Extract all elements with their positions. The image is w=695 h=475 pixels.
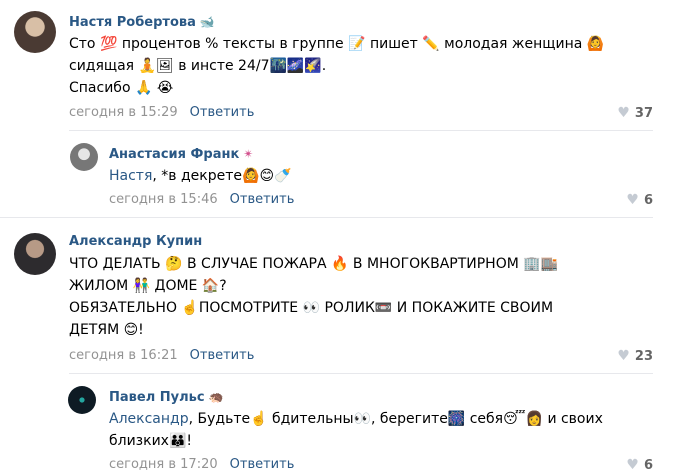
- comment-text: Александр, Будьте☝️ бдительны👀, берегите…: [109, 408, 603, 452]
- comment-time[interactable]: сегодня в 15:29: [69, 105, 178, 120]
- divider: [0, 217, 653, 218]
- comment-meta: сегодня в 17:20 Ответить: [109, 457, 294, 472]
- heart-icon: ♥: [626, 457, 639, 473]
- author-name[interactable]: Александр Купин: [69, 234, 202, 249]
- comment-text-line: , Будьте☝️ бдительны👀, берегите🎆 себя😴👩 …: [188, 411, 603, 427]
- mention-link[interactable]: Настя: [109, 168, 152, 184]
- comment-text-line: Сто 💯 процентов % тексты в группе 📝 пише…: [69, 36, 605, 52]
- comment-text-line: близких👪!: [109, 433, 193, 449]
- comment-text-line: ОБЯЗАТЕЛЬНО ☝️ПОСМОТРИТЕ 👀 РОЛИК📼 И ПОКА…: [69, 300, 554, 316]
- comment-text-line: ЧТО ДЕЛАТЬ 🤔 В СЛУЧАЕ ПОЖАРА 🔥 В МНОГОКВ…: [69, 256, 559, 272]
- author-badge-icon: ✴: [243, 147, 254, 161]
- like-button[interactable]: ♥ 23: [617, 348, 653, 364]
- like-count: 23: [634, 349, 653, 364]
- comment-author[interactable]: Анастасия Франк ✴: [109, 147, 253, 162]
- author-name[interactable]: Настя Робертова: [69, 15, 196, 30]
- heart-icon: ♥: [617, 348, 630, 364]
- comment-meta: сегодня в 16:21 Ответить: [69, 348, 254, 363]
- author-name[interactable]: Анастасия Франк: [109, 147, 239, 162]
- comment-author[interactable]: Настя Робертова 🐋: [69, 15, 215, 30]
- comment-time[interactable]: сегодня в 17:20: [109, 457, 218, 472]
- divider: [69, 130, 653, 131]
- like-button[interactable]: ♥ 6: [626, 192, 653, 208]
- comment-meta: сегодня в 15:46 Ответить: [109, 192, 294, 207]
- divider: [69, 373, 653, 374]
- like-count: 6: [643, 193, 653, 208]
- reply-button[interactable]: Ответить: [230, 192, 295, 207]
- author-badge-icon: 🐋: [199, 15, 215, 29]
- like-button[interactable]: ♥ 37: [617, 105, 653, 121]
- comment-text-line: , *в декрете🙆😊🍼: [152, 168, 292, 184]
- author-badge-icon: 🦔: [208, 390, 224, 404]
- reply-button[interactable]: Ответить: [230, 457, 295, 472]
- heart-icon: ♥: [617, 105, 630, 121]
- reply-button[interactable]: Ответить: [190, 348, 255, 363]
- comment-author[interactable]: Павел Пульс 🦔: [109, 390, 224, 405]
- comment-text-line: ДЕТЯМ 😊!: [69, 322, 144, 338]
- comment-text: Сто 💯 процентов % тексты в группе 📝 пише…: [69, 33, 604, 99]
- avatar[interactable]: [70, 143, 98, 171]
- comment-text-line: Спасибо 🙏 😭: [69, 80, 174, 96]
- like-count: 37: [634, 106, 653, 121]
- comment-time[interactable]: сегодня в 16:21: [69, 348, 178, 363]
- avatar[interactable]: [68, 386, 96, 414]
- comment-text-line: ЖИЛОМ 👫 ДОМЕ 🏠?: [69, 278, 227, 294]
- like-count: 6: [643, 458, 653, 473]
- comment-text: ЧТО ДЕЛАТЬ 🤔 В СЛУЧАЕ ПОЖАРА 🔥 В МНОГОКВ…: [69, 253, 558, 341]
- comment-text: Настя, *в декрете🙆😊🍼: [109, 165, 291, 187]
- comment-author[interactable]: Александр Купин: [69, 234, 202, 249]
- comment-time[interactable]: сегодня в 15:46: [109, 192, 218, 207]
- comment-text-line: сидящая 🧘🖼 в инсте 24/7🌃🌌🌠.: [69, 58, 327, 74]
- comment-meta: сегодня в 15:29 Ответить: [69, 105, 254, 120]
- mention-link[interactable]: Александр: [109, 411, 189, 427]
- avatar[interactable]: [14, 233, 56, 275]
- reply-button[interactable]: Ответить: [190, 105, 255, 120]
- avatar[interactable]: [14, 11, 56, 53]
- author-name[interactable]: Павел Пульс: [109, 390, 205, 405]
- like-button[interactable]: ♥ 6: [626, 457, 653, 473]
- heart-icon: ♥: [626, 192, 639, 208]
